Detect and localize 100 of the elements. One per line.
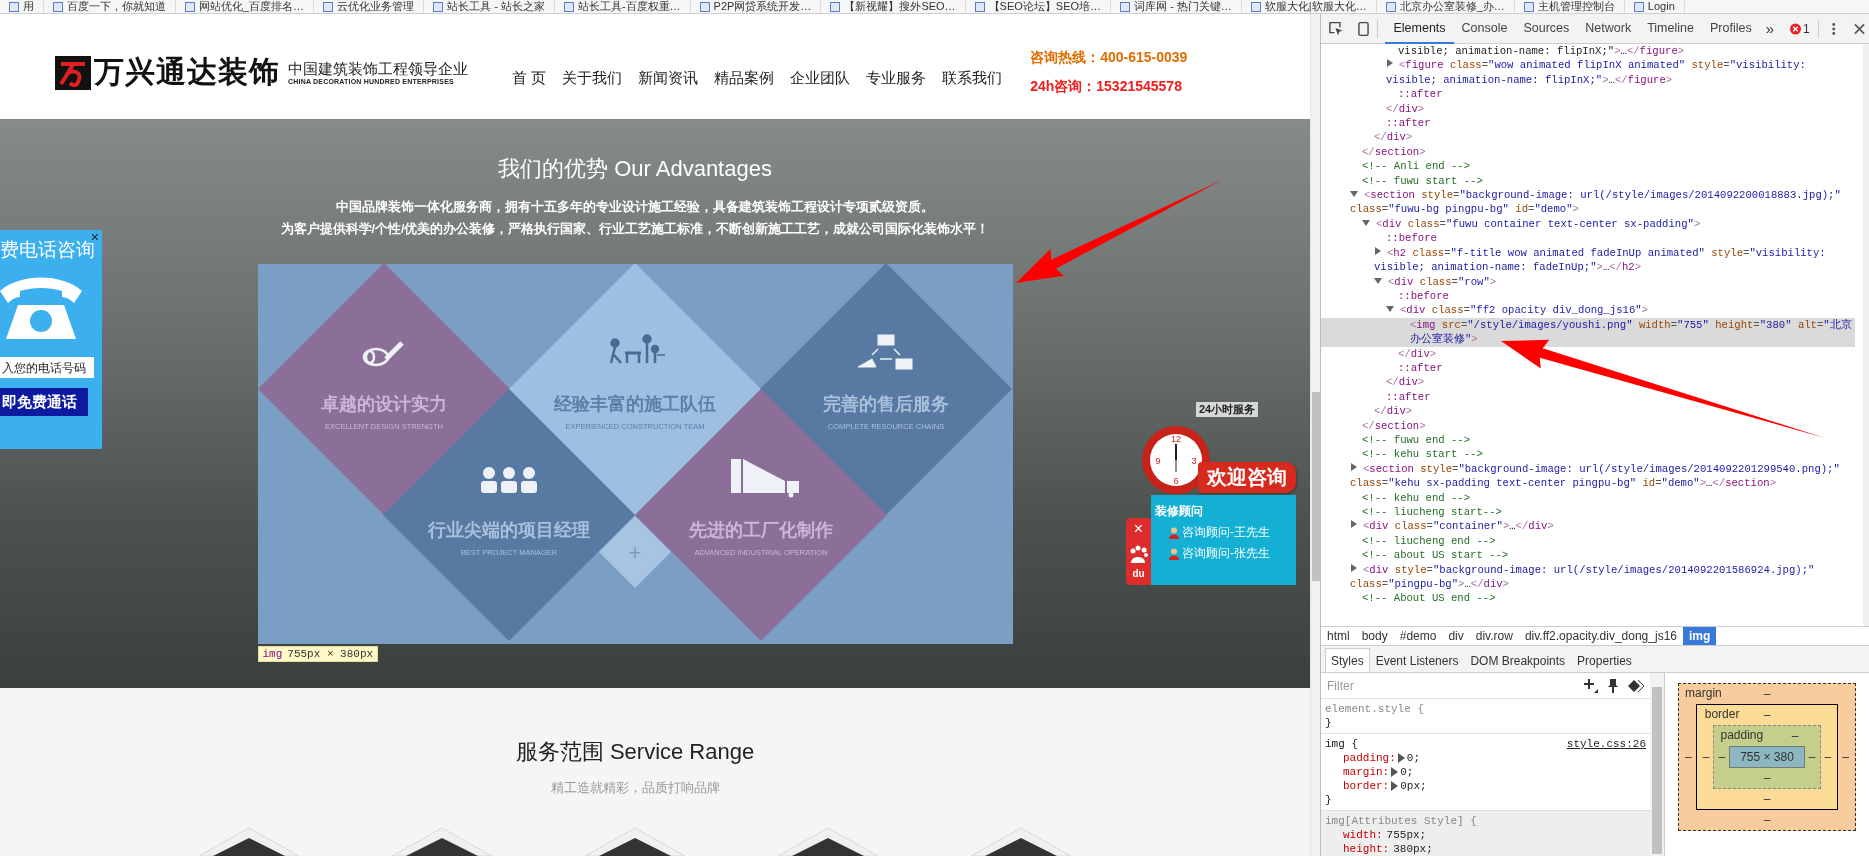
disclosure-triangle-icon[interactable] <box>1351 563 1357 572</box>
more-tabs-button[interactable]: » <box>1765 20 1774 37</box>
breadcrumb-item[interactable]: #demo <box>1393 627 1443 645</box>
dom-node-line[interactable]: <h2 class="f-title wow animated fadeInUp animated" style="visibility: visible; animation-name: fadeInUp;">…</h2> <box>1321 245 1855 275</box>
dom-node-line[interactable]: <div style="background-image: url(/style/images/2014092201586924.jpg);" class="pingpu-bg">…</div> <box>1321 562 1855 592</box>
close-button[interactable]: × <box>1133 521 1144 537</box>
nav-link[interactable]: 专业服务 <box>866 69 927 90</box>
dom-node-line[interactable]: <div class="ff2 opacity div_dong_js16"> <box>1321 303 1855 318</box>
dom-node-line[interactable]: <!-- fuwu end --> <box>1321 432 1855 448</box>
sidebar-tab[interactable]: Properties <box>1571 648 1638 672</box>
dom-node-line[interactable]: <!-- Anli end --> <box>1321 159 1855 174</box>
dom-node-line[interactable]: </div> <box>1321 375 1855 390</box>
dom-node-line[interactable]: visible; animation-name: flipInX;">…</figure> <box>1321 44 1855 59</box>
dom-node-line[interactable]: <figure class="wow animated flipInX animated" style="visibility: visible; animation-name: flipInX;">…</figure> <box>1321 58 1855 88</box>
dom-node-line[interactable]: <section style="background-image: url(/style/images/2014092200018883.jpg);" class="fuwu-bg pingpu-bg" id="demo"> <box>1321 188 1855 217</box>
dom-node-line[interactable]: <section style="background-image: url(/style/images/2014092201299540.png);" class="kehu sx-padding text-center pingpu-bg" id="demo">…</section> <box>1321 461 1855 491</box>
devtools-tab[interactable]: Sources <box>1515 13 1578 44</box>
close-icon[interactable] <box>1854 22 1865 35</box>
nav-link[interactable]: 首 页 <box>512 69 547 90</box>
tile-title: 卓越的设计实力 <box>320 394 447 414</box>
disclosure-triangle-icon[interactable] <box>1351 520 1357 529</box>
add-rule-icon[interactable] <box>1584 678 1598 693</box>
devtools-tab[interactable]: Elements <box>1385 13 1454 44</box>
nav-link[interactable]: 联系我们 <box>942 69 1003 90</box>
dom-node-line[interactable]: </div> <box>1321 346 1855 361</box>
breadcrumb-item[interactable]: div.ff2.opacity.div_dong_js16 <box>1518 627 1683 645</box>
scrollbar-thumb[interactable] <box>1312 392 1320 581</box>
dom-node-line[interactable]: <!-- about US start --> <box>1321 548 1855 563</box>
dom-node-line[interactable]: </div> <box>1321 130 1855 145</box>
expand-triangle-icon[interactable] <box>1391 781 1399 791</box>
dom-node-line[interactable]: <!-- liucheng start--> <box>1321 505 1855 520</box>
dom-node-line[interactable]: <!-- fuwu start --> <box>1321 173 1855 189</box>
dom-node-line[interactable]: </section> <box>1321 144 1855 160</box>
bookmark-link[interactable]: 【新视耀】搜外SEO… <box>821 0 966 13</box>
dom-node-line[interactable]: <div class="row"> <box>1321 274 1855 289</box>
workers-icon <box>609 334 666 364</box>
disclosure-triangle-icon[interactable] <box>1375 246 1381 255</box>
bookmark-link[interactable]: 北京办公室装修_办… <box>1376 0 1515 13</box>
devtools-tab[interactable]: Profiles <box>1701 13 1760 44</box>
inspect-icon[interactable] <box>1329 20 1344 37</box>
dom-node-line[interactable]: <!-- About US end --> <box>1321 591 1855 606</box>
bookmark-link[interactable]: 软服大化|软服大化… <box>1241 0 1377 13</box>
devtools-tab[interactable]: Console <box>1453 13 1516 44</box>
dom-node-line[interactable]: <div class="container">…</div> <box>1321 519 1855 534</box>
filter-field[interactable]: Filter <box>1325 677 1574 694</box>
breadcrumb-item[interactable]: html <box>1321 627 1356 645</box>
favicon-icon <box>323 1 334 12</box>
disclosure-triangle-icon[interactable] <box>1351 462 1357 471</box>
bookmark-link[interactable]: 网站优化_百度排名… <box>176 0 315 13</box>
dom-node-line[interactable]: ::after <box>1321 87 1855 102</box>
dom-node-line[interactable]: ::after <box>1321 360 1855 376</box>
dom-node-line[interactable]: ::before <box>1321 288 1855 304</box>
breadcrumb-item[interactable]: img <box>1683 627 1717 645</box>
disclosure-triangle-icon[interactable] <box>1387 59 1393 68</box>
pin-icon[interactable] <box>1608 678 1618 693</box>
toggle-icon[interactable] <box>1628 679 1644 692</box>
expand-triangle-icon[interactable] <box>1397 753 1405 763</box>
bookmark-link[interactable]: 用 <box>0 0 44 13</box>
bookmark-link[interactable]: 站长工具 - 站长之家 <box>424 0 555 13</box>
breadcrumb-item[interactable]: body <box>1355 627 1394 645</box>
dom-node-line[interactable]: <!-- liucheng end --> <box>1321 533 1855 549</box>
call-button[interactable]: 即免费通话 <box>0 388 88 416</box>
bookmark-link[interactable]: Login <box>1624 0 1685 13</box>
devtools-tab[interactable]: Timeline <box>1639 13 1702 44</box>
disclosure-triangle-icon[interactable] <box>1386 306 1394 313</box>
dom-node-line[interactable]: <div class="fuwu container text-center sx-padding"> <box>1321 216 1855 232</box>
error-icon[interactable] <box>1790 22 1801 35</box>
menu-icon[interactable] <box>1830 20 1837 37</box>
bookmark-link[interactable]: 主机管理控制台 <box>1514 0 1625 13</box>
source-link[interactable]: style.css:26 <box>1566 737 1646 751</box>
dom-node-line[interactable]: </div> <box>1321 404 1855 419</box>
bookmark-link[interactable]: 词库网 - 热门关键… <box>1111 0 1242 13</box>
sidebar-tab[interactable]: DOM Breakpoints <box>1464 648 1572 672</box>
nav-link[interactable]: 关于我们 <box>562 69 623 90</box>
dom-node-line[interactable]: </section> <box>1321 418 1855 433</box>
disclosure-triangle-icon[interactable] <box>1350 191 1358 198</box>
dom-node-line[interactable]: ::before <box>1321 231 1855 246</box>
bookmark-link[interactable]: 【SEO论坛】SEO培… <box>965 0 1112 13</box>
dom-node-line[interactable]: </div> <box>1321 101 1855 117</box>
sidebar-tab[interactable]: Event Listeners <box>1369 648 1465 672</box>
dom-node-line[interactable]: ::after <box>1321 116 1855 131</box>
nav-link[interactable]: 精品案例 <box>714 69 775 90</box>
dom-node-line[interactable]: <!-- kehu end --> <box>1321 490 1855 505</box>
devtools-tab[interactable]: Network <box>1577 13 1640 44</box>
dom-node-line[interactable]: ::after <box>1321 389 1855 405</box>
phone-input[interactable]: 入您的电话号码 <box>0 357 94 378</box>
bookmark-link[interactable]: 站长工具-百度权重… <box>554 0 691 13</box>
breadcrumb-item[interactable]: div <box>1442 627 1470 645</box>
bookmark-link[interactable]: 云优化业务管理 <box>314 0 425 13</box>
nav-link[interactable]: 新闻资讯 <box>638 69 699 90</box>
disclosure-triangle-icon[interactable] <box>1374 277 1382 284</box>
nav-link[interactable]: 企业团队 <box>790 69 851 90</box>
device-icon[interactable] <box>1357 20 1369 37</box>
dom-node-line[interactable]: <!-- kehu start --> <box>1321 447 1855 462</box>
expand-triangle-icon[interactable] <box>1391 767 1399 777</box>
bookmark-link[interactable]: 百度一下，你就知道 <box>44 0 176 13</box>
sidebar-tab[interactable]: Styles <box>1325 648 1370 672</box>
breadcrumb-item[interactable]: div.row <box>1469 627 1519 645</box>
disclosure-triangle-icon[interactable] <box>1362 219 1370 226</box>
bookmark-link[interactable]: P2P网贷系统开发… <box>690 0 822 13</box>
